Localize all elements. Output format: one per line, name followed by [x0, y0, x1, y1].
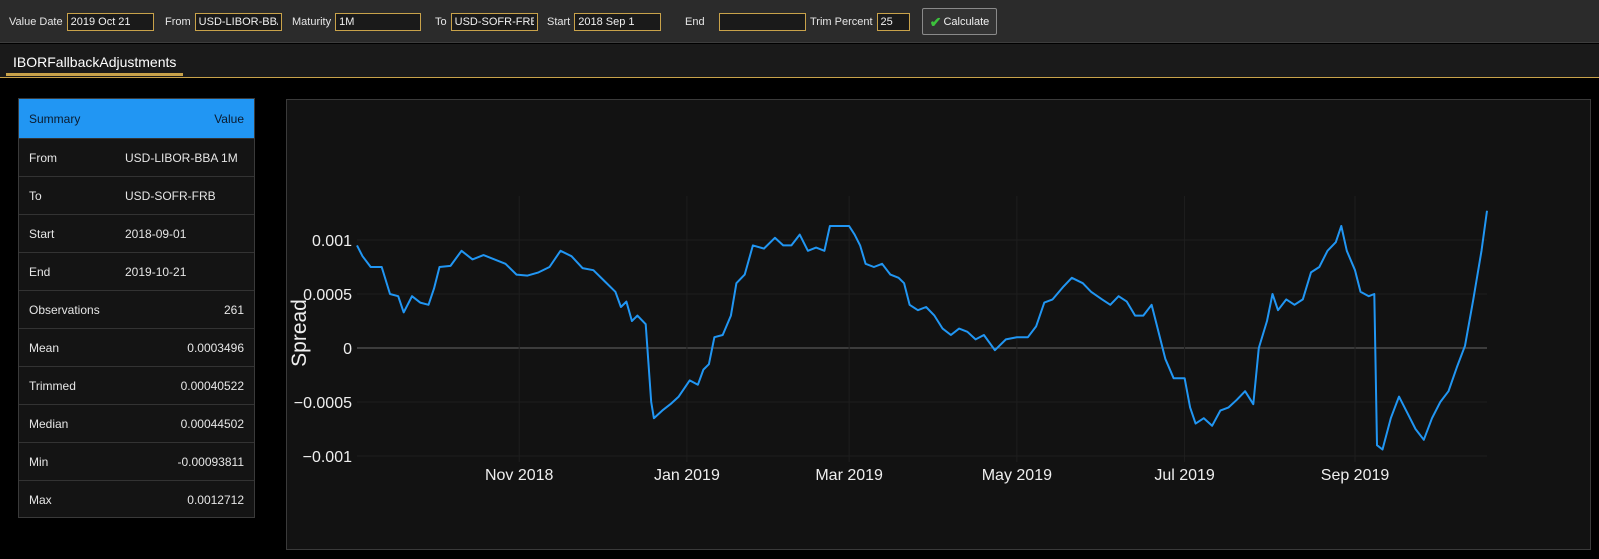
value-date-group: Value Date	[9, 0, 154, 43]
table-row: Min -0.00093811	[19, 442, 254, 480]
start-input[interactable]	[574, 12, 662, 31]
x-tick-label: May 2019	[982, 467, 1052, 484]
row-key: Median	[29, 416, 69, 431]
table-row: Start 2018-09-01	[19, 214, 254, 252]
x-tick-label: Sep 2019	[1321, 467, 1390, 484]
chart-grid	[357, 196, 1487, 462]
row-key: From	[29, 150, 57, 165]
y-axis-label: Spread	[288, 299, 311, 367]
maturity-input[interactable]	[335, 12, 422, 31]
row-value: USD-SOFR-FRB	[125, 188, 216, 203]
row-value: USD-LIBOR-BBA 1M	[125, 150, 238, 165]
to-input[interactable]	[450, 12, 538, 31]
start-label: Start	[547, 15, 571, 28]
from-input[interactable]	[194, 12, 282, 31]
maturity-label: Maturity	[292, 15, 332, 28]
table-row: From USD-LIBOR-BBA 1M	[19, 138, 254, 176]
summary-header-value: Value	[214, 111, 244, 126]
toolbar: Value Date From Maturity To Start End Tr…	[0, 0, 1599, 43]
to-label: To	[435, 15, 447, 28]
table-row: Median 0.00044502	[19, 404, 254, 442]
calculate-button[interactable]: ✔ Calculate	[922, 8, 997, 35]
row-key: Mean	[29, 340, 60, 355]
row-value: -0.00093811	[177, 454, 244, 469]
row-value: 261	[223, 302, 244, 317]
summary-header: Summary Value	[19, 99, 254, 138]
end-label: End	[685, 15, 705, 28]
table-row: End 2019-10-21	[19, 252, 254, 290]
check-icon: ✔	[929, 13, 942, 30]
row-key: End	[29, 264, 51, 279]
x-tick-label: Jan 2019	[654, 467, 720, 484]
tab-bar: IBORFallbackAdjustments	[0, 44, 1599, 78]
chart-panel: 0.001 0.0005 0 −0.0005 −0.001 Nov 2018 Jan 20…	[286, 99, 1591, 550]
row-value: 0.0003496	[187, 340, 244, 355]
row-key: Observations	[29, 302, 100, 317]
value-date-input[interactable]	[66, 12, 154, 31]
trim-percent-label: Trim Percent	[810, 15, 873, 28]
table-row: Observations 261	[19, 290, 254, 328]
row-value: 0.0012712	[187, 492, 244, 507]
tab-label: IBORFallbackAdjustments	[13, 53, 177, 70]
value-date-label: Value Date	[9, 15, 63, 28]
row-value: 2019-10-21	[125, 264, 187, 279]
table-row: Max 0.0012712	[19, 480, 254, 518]
end-group: End	[685, 0, 806, 43]
maturity-group: Maturity	[292, 0, 422, 43]
row-value: 2018-09-01	[125, 226, 187, 241]
summary-table: Summary Value From USD-LIBOR-BBA 1M To USD…	[18, 98, 255, 518]
spread-chart: 0.0010.00050−0.0005−0.001 Nov 2018 Jan 20…	[288, 196, 1488, 484]
summary-header-key: Summary	[29, 111, 81, 126]
tab-ibor-fallback-adjustments[interactable]: IBORFallbackAdjustments	[6, 50, 184, 76]
to-group: To	[435, 0, 538, 43]
x-tick-label: Jul 2019	[1154, 467, 1215, 484]
trim-percent-group: Trim Percent	[810, 0, 910, 43]
row-key: To	[29, 188, 42, 203]
start-group: Start	[547, 0, 662, 43]
x-axis: Nov 2018 Jan 2019 Mar 2019 May 2019 Jul 2019…	[485, 467, 1389, 484]
y-tick-label: 0	[343, 341, 352, 358]
from-label: From	[165, 15, 191, 28]
from-group: From	[165, 0, 282, 43]
x-tick-label: Nov 2018	[485, 467, 554, 484]
table-row: To USD-SOFR-FRB	[19, 176, 254, 214]
row-key: Min	[29, 454, 49, 469]
y-tick-label: −0.001	[303, 449, 352, 466]
series-line-spread	[356, 210, 1488, 451]
y-tick-label: 0.001	[312, 233, 352, 250]
row-key: Max	[29, 492, 52, 507]
table-row: Trimmed 0.00040522	[19, 366, 254, 404]
row-key: Start	[29, 226, 55, 241]
x-tick-label: Mar 2019	[815, 467, 883, 484]
row-key: Trimmed	[29, 378, 76, 393]
row-value: 0.00044502	[180, 416, 244, 431]
y-tick-label: −0.0005	[294, 395, 352, 412]
trim-percent-input[interactable]	[876, 12, 910, 31]
calculate-label: Calculate	[943, 15, 990, 28]
end-input[interactable]	[718, 12, 806, 31]
row-value: 0.00040522	[180, 378, 244, 393]
table-row: Mean 0.0003496	[19, 328, 254, 366]
